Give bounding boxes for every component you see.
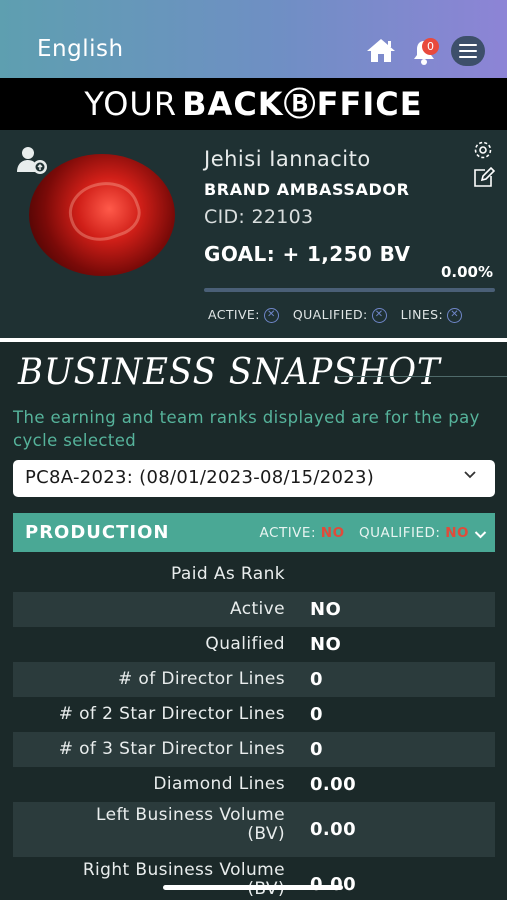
row-label: # of 3 Star Director Lines	[58, 739, 285, 759]
banner-prefix: YOUR	[84, 85, 178, 123]
pay-cycle-value: PC8A-2023: (08/01/2023-08/15/2023)	[25, 467, 375, 488]
row-value: 0	[310, 739, 323, 760]
chevron-down-icon	[463, 467, 477, 481]
goal-percent: 0.00%	[440, 263, 493, 281]
gear-icon[interactable]	[471, 138, 495, 162]
banner-brand: BACKⒷFFICE	[182, 85, 423, 123]
profile-name: Jehisi Iannacito	[204, 147, 371, 171]
qualified-status-label: QUALIFIED:	[292, 307, 368, 322]
row-value: NO	[310, 634, 342, 655]
snapshot-description: The earning and team ranks displayed are…	[13, 408, 480, 450]
avatar[interactable]	[29, 154, 175, 276]
row-label-line1: Right Business Volume	[82, 860, 285, 880]
row-label: # of Director Lines	[117, 669, 285, 689]
top-bar: English 0	[0, 0, 507, 78]
status-line: ACTIVE: ✕ QUALIFIED: ✕ LINES: ✕	[208, 307, 463, 323]
production-header[interactable]: PRODUCTION ACTIVE: NO QUALIFIED: NO	[13, 513, 495, 552]
home-indicator	[163, 885, 343, 890]
production-active-label: ACTIVE:	[259, 525, 316, 541]
table-row: Diamond Lines 0.00	[13, 767, 495, 802]
table-row: Paid As Rank	[13, 557, 495, 592]
row-label: Diamond Lines	[153, 774, 285, 794]
lines-status-label: LINES:	[400, 307, 444, 322]
language-selector[interactable]: English	[37, 36, 124, 62]
goal-progress-bar	[204, 288, 495, 292]
row-label: Qualified	[205, 634, 285, 654]
active-status-label: ACTIVE:	[208, 307, 260, 322]
row-label: Active	[230, 599, 285, 619]
row-value: 0.00	[310, 774, 357, 795]
goal-label: GOAL: + 1,250 BV	[204, 242, 411, 266]
menu-icon[interactable]	[451, 36, 485, 66]
production-title: PRODUCTION	[25, 522, 170, 543]
home-icon[interactable]	[365, 36, 397, 64]
qualified-x-icon: ✕	[371, 308, 387, 323]
row-value: 0	[310, 669, 323, 690]
row-label: Left Business Volume (BV)	[96, 806, 285, 844]
production-active-value: NO	[320, 525, 345, 541]
snapshot-title: BUSINESS SNAPSHOT	[18, 350, 441, 394]
row-label: Paid As Rank	[171, 564, 285, 584]
table-row: Active NO	[13, 592, 495, 627]
production-table: Paid As Rank Active NO Qualified NO # of…	[13, 557, 495, 900]
row-value: 0	[310, 704, 323, 725]
row-value: 0.00	[310, 819, 357, 840]
pay-cycle-select[interactable]: PC8A-2023: (08/01/2023-08/15/2023)	[13, 460, 495, 497]
profile-role: BRAND AMBASSADOR	[204, 180, 410, 199]
row-label-line2: (BV)	[247, 824, 285, 844]
table-row: # of 3 Star Director Lines 0	[13, 732, 495, 767]
row-value: NO	[310, 599, 342, 620]
edit-icon[interactable]	[471, 166, 496, 190]
row-label: Right Business Volume(BV)	[83, 861, 285, 899]
profile-cid: CID: 22103	[204, 206, 314, 228]
table-row: Left Business Volume (BV) 0.00	[13, 802, 495, 857]
section-divider	[0, 338, 507, 342]
team-icon[interactable]	[16, 145, 48, 175]
table-row: Qualified NO	[13, 627, 495, 662]
active-x-icon: ✕	[263, 308, 279, 323]
table-row: # of 2 Star Director Lines 0	[13, 697, 495, 732]
table-row: # of Director Lines 0	[13, 662, 495, 697]
lines-x-icon: ✕	[447, 308, 463, 323]
backoffice-banner: YOUR BACKⒷFFICE	[0, 78, 507, 130]
production-qualified-label: QUALIFIED:	[358, 525, 441, 541]
chevron-down-icon	[474, 526, 487, 539]
row-label: # of 2 Star Director Lines	[58, 704, 285, 724]
title-rule	[338, 376, 507, 377]
notification-badge: 0	[422, 38, 439, 55]
row-label-line1: Left Business Volume	[96, 805, 285, 825]
production-flags: ACTIVE: NO QUALIFIED: NO	[260, 525, 469, 541]
production-qualified-value: NO	[445, 525, 469, 541]
table-row: Right Business Volume(BV) 0.00	[13, 857, 495, 900]
